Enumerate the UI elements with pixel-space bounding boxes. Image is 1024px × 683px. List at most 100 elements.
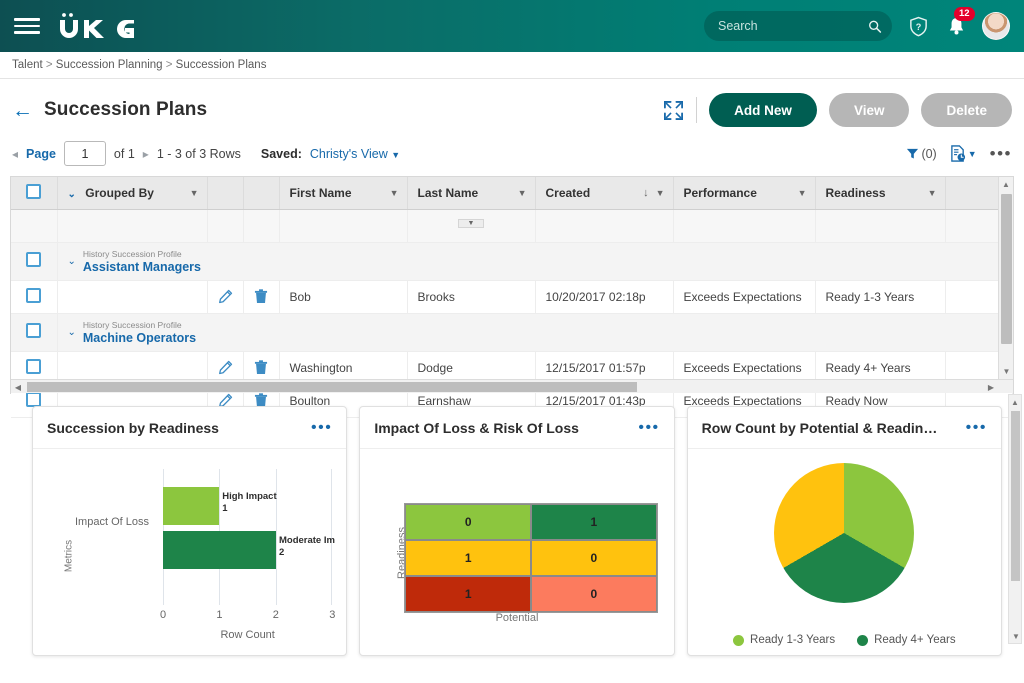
add-new-button[interactable]: Add New [709, 93, 817, 127]
row-checkbox[interactable] [26, 287, 42, 303]
expand-fullscreen-icon[interactable] [663, 100, 684, 121]
column-header-last-name[interactable]: Last Name ▼ [407, 177, 536, 210]
filter-cell-readiness[interactable] [815, 209, 946, 243]
scroll-right-arrow-icon[interactable]: ▶ [984, 380, 998, 394]
trash-delete-icon[interactable] [244, 289, 279, 304]
card-overflow-menu[interactable]: ••• [311, 419, 332, 435]
select-all-checkbox[interactable] [26, 183, 42, 199]
column-menu-readiness[interactable]: ▼ [928, 188, 937, 198]
delete-button[interactable]: Delete [921, 93, 1012, 127]
pencil-edit-icon[interactable] [208, 360, 243, 375]
filter-funnel-icon[interactable] [906, 147, 919, 160]
scroll-left-arrow-icon[interactable]: ◀ [11, 380, 25, 394]
filter-cell-created[interactable] [535, 209, 674, 243]
help-shield-icon[interactable]: ? [906, 14, 930, 38]
horizontal-scroll-thumb[interactable] [27, 382, 637, 392]
heatmap-cell-r1c0[interactable]: 1 [405, 540, 531, 576]
pencil-edit-icon[interactable] [208, 289, 243, 304]
heatmap-cell-r0c0[interactable]: 0 [405, 504, 531, 540]
legend-item-ready-1-3-years[interactable]: Ready 1-3 Years [733, 634, 835, 646]
table-group-row[interactable]: ⌄ History Succession Profile Assistant M… [11, 242, 1013, 281]
vertical-scroll-thumb[interactable] [1001, 194, 1012, 344]
bar-moderate-impact[interactable] [163, 531, 276, 569]
back-arrow-icon[interactable]: ← [12, 100, 33, 121]
heatmap-cell-r0c1[interactable]: 1 [530, 504, 657, 540]
bar-category-high-impact: High Impact [222, 491, 277, 502]
filter-cell-last-name[interactable]: ▼ [407, 209, 536, 243]
scroll-up-arrow-icon[interactable]: ▲ [999, 177, 1013, 192]
export-report-button[interactable]: ▼ [950, 145, 977, 162]
breadcrumb-item-succession-planning[interactable]: Succession Planning [56, 59, 163, 71]
group-name-cell[interactable]: ⌄ History Succession Profile Assistant M… [57, 242, 1013, 281]
breadcrumb-separator: > [162, 59, 176, 71]
column-header-grouped-by[interactable]: ⌄ Grouped By ▼ [57, 177, 208, 210]
filter-button[interactable]: (0) [906, 147, 937, 161]
column-header-performance[interactable]: Performance ▼ [673, 177, 816, 210]
bar-high-impact[interactable] [163, 487, 220, 525]
search-input[interactable] [718, 19, 869, 33]
column-header-readiness[interactable]: Readiness ▼ [815, 177, 946, 210]
filter-cell-first-name[interactable] [279, 209, 408, 243]
dashboard-scroll-down-icon[interactable]: ▼ [1009, 629, 1023, 643]
saved-view-dropdown[interactable]: Christy's View ▼ [310, 147, 400, 161]
group-title[interactable]: Machine Operators [83, 331, 196, 345]
dashboard-scroll-thumb[interactable] [1011, 411, 1020, 581]
page-actions: Add New View Delete [663, 93, 1012, 127]
heatmap-cell-r2c0[interactable]: 1 [405, 576, 531, 612]
column-menu-grouped-by[interactable]: ▼ [190, 188, 199, 198]
legend-item-ready-4-plus-years[interactable]: Ready 4+ Years [857, 634, 956, 646]
column-menu-performance[interactable]: ▼ [798, 188, 807, 198]
column-header-first-name[interactable]: First Name ▼ [279, 177, 408, 210]
prev-page-button[interactable]: ◂ [12, 147, 18, 161]
view-button[interactable]: View [828, 93, 910, 127]
select-all-header [11, 177, 58, 210]
export-report-icon[interactable] [950, 145, 966, 162]
table-row[interactable]: Bob Brooks 10/20/2017 02:18p Exceeds Exp… [11, 280, 1013, 314]
page-number-input[interactable] [63, 141, 106, 166]
trash-delete-icon[interactable] [244, 360, 279, 375]
dashboard-vertical-scrollbar[interactable]: ▲ ▼ [1008, 394, 1022, 644]
cell-first-name: Bob [279, 280, 408, 314]
row-checkbox[interactable] [26, 358, 42, 374]
card-overflow-menu[interactable]: ••• [638, 419, 659, 435]
sort-descending-icon[interactable]: ↓ [643, 187, 649, 199]
grid-overflow-menu[interactable]: ••• [990, 145, 1012, 162]
pagination-bar: ◂ Page of 1 ▸ 1 - 3 of 3 Rows Saved: Chr… [0, 133, 1024, 176]
heatmap-cell-r2c1[interactable]: 0 [530, 576, 657, 612]
row-checkbox[interactable] [26, 323, 42, 338]
row-checkbox[interactable] [26, 252, 42, 267]
group-name-cell[interactable]: ⌄ History Succession Profile Machine Ope… [57, 313, 1013, 352]
group-expand-chevron-icon[interactable]: ⌄ [68, 256, 76, 267]
filter-row-handle[interactable]: ▼ [458, 218, 484, 228]
filter-cell-grouped-by[interactable] [57, 209, 208, 243]
column-menu-last-name[interactable]: ▼ [518, 188, 527, 198]
group-collapse-chevron-icon[interactable]: ⌄ [68, 189, 76, 200]
column-menu-created[interactable]: ▼ [656, 188, 665, 198]
card-overflow-menu[interactable]: ••• [966, 419, 987, 435]
export-chevron-down-icon[interactable]: ▼ [968, 149, 977, 159]
scroll-down-arrow-icon[interactable]: ▼ [999, 364, 1014, 379]
search-box[interactable] [704, 11, 892, 41]
notifications-bell[interactable]: 12 [944, 7, 975, 38]
hamburger-menu-icon[interactable] [14, 15, 40, 37]
grid-vertical-scrollbar[interactable]: ▲ ▼ [998, 177, 1013, 393]
dashboard-scroll-up-icon[interactable]: ▲ [1009, 395, 1021, 409]
created-sort-controls[interactable]: ↓ ▼ [643, 187, 664, 199]
pie-slices[interactable] [774, 463, 915, 603]
column-header-edit [207, 177, 244, 210]
breadcrumb-item-talent[interactable]: Talent [12, 59, 43, 71]
column-menu-first-name[interactable]: ▼ [390, 188, 399, 198]
group-title[interactable]: Assistant Managers [83, 260, 201, 274]
search-icon[interactable] [868, 19, 882, 34]
filter-cell-delete [243, 209, 280, 243]
column-header-created[interactable]: Created ↓ ▼ [535, 177, 674, 210]
next-page-button[interactable]: ▸ [143, 147, 149, 161]
table-group-row[interactable]: ⌄ History Succession Profile Machine Ope… [11, 313, 1013, 352]
grid-horizontal-scrollbar[interactable]: ◀ ▶ [11, 379, 1013, 393]
card-title: Succession by Readiness [47, 419, 219, 436]
heatmap-cell-r1c1[interactable]: 0 [530, 540, 657, 576]
row-count-label: 1 - 3 of 3 Rows [156, 146, 241, 161]
user-avatar[interactable] [982, 12, 1010, 40]
group-expand-chevron-icon[interactable]: ⌄ [68, 327, 76, 338]
filter-cell-performance[interactable] [673, 209, 816, 243]
